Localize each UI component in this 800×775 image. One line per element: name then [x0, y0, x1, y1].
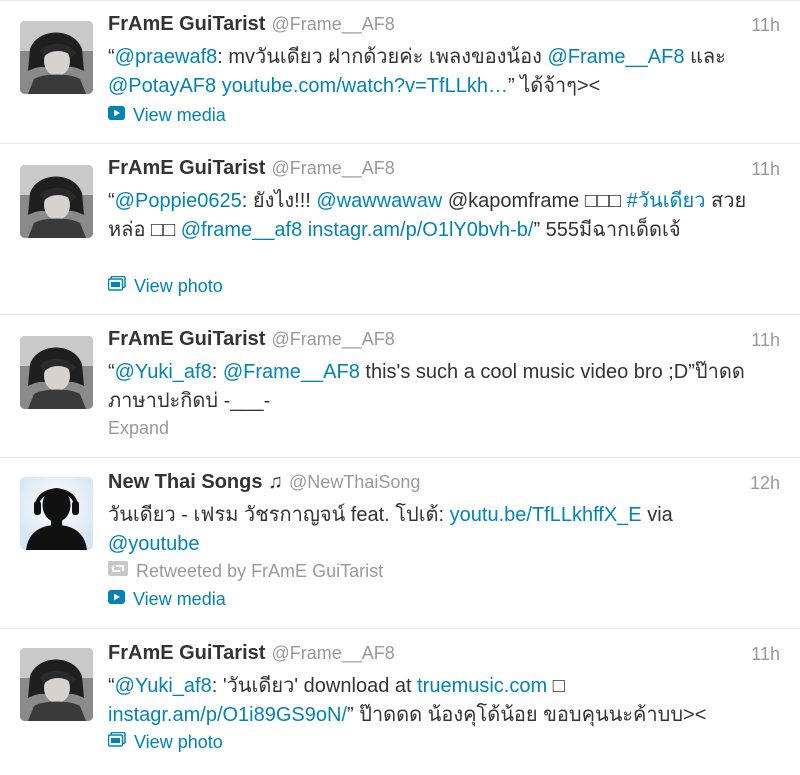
avatar-image [20, 648, 93, 721]
tweet-text-segment: วันเดียว - เฟรม วัชรกาญจน์ feat. โปเต้: [108, 504, 450, 526]
avatar-frame[interactable] [20, 336, 93, 409]
tweet-header: FrAmE GuiTarist @Frame__AF8 [108, 328, 780, 354]
tweet-link[interactable]: youtube.com/watch?v=TfLLkh… [222, 75, 508, 97]
tweet-text: “@Yuki_af8: @Frame__AF8 this's such a co… [108, 358, 768, 416]
tweet-author-handle[interactable]: @Frame__AF8 [271, 329, 394, 349]
play-icon [108, 588, 125, 609]
tweet-author-name[interactable]: FrAmE GuiTarist [108, 157, 265, 179]
tweet-link[interactable]: @Frame__AF8 [223, 361, 360, 383]
view-media-label: View media [133, 105, 226, 125]
avatar-image [20, 165, 93, 238]
tweet-author-handle[interactable]: @NewThaiSong [289, 472, 420, 492]
avatar-image [20, 21, 93, 94]
tweet-text-segment: ” ได้จ้าๆ>< [507, 75, 601, 97]
tweet-text: “@Yuki_af8: 'วันเดียว' download at truem… [108, 672, 768, 730]
tweet-text-segment: □ [547, 675, 565, 697]
avatar-frame[interactable] [20, 165, 93, 238]
avatar-frame[interactable] [20, 21, 93, 94]
tweet-text-segment: ” 555มีฉากเด็ดเจ้ [533, 219, 681, 241]
tweet-author-handle[interactable]: @Frame__AF8 [271, 643, 394, 663]
view-photo-link[interactable]: View photo [107, 731, 223, 753]
view-photo-label: View photo [134, 732, 223, 752]
tweet-link[interactable]: instagr.am/p/O1lY0bvh-b/ [308, 219, 534, 241]
tweet-text: วันเดียว - เฟรม วัชรกาญจน์ feat. โปเต้: … [108, 501, 768, 559]
tweet-author-name[interactable]: FrAmE GuiTarist [108, 13, 265, 35]
tweet-text-segment: “ [108, 46, 115, 68]
tweet-text-segment: และ [684, 46, 726, 68]
tweet-link[interactable]: @Frame__AF8 [547, 46, 684, 68]
tweet-link[interactable]: truemusic.com [417, 675, 547, 697]
tweet-timeline: FrAmE GuiTarist @Frame__AF8 11h “@praewaf… [0, 0, 800, 775]
tweet-text: “@Poppie0625: ยังไง!!! @wawwawaw @kapomf… [108, 187, 768, 245]
tweet-text-segment: : mvวันเดียว ฝากด้วยค่ะ เพลงของน้อง [217, 46, 548, 68]
expand-link[interactable]: Expand [108, 418, 169, 439]
tweet-header: FrAmE GuiTarist @Frame__AF8 [108, 642, 780, 668]
tweet-text-segment: ” ป๊าดดด น้องคุโด้น้อย ขอบคุนนะค้าบบ>< [347, 704, 707, 726]
tweet-link[interactable]: @Yuki_af8 [115, 361, 212, 383]
tweet-text-segment: “ [108, 675, 115, 697]
view-media-label: View media [133, 589, 226, 609]
avatar-image [20, 336, 93, 409]
view-photo-link[interactable]: View photo [107, 275, 223, 297]
tweet-text-segment: : ยังไง!!! [241, 190, 317, 212]
tweet-link[interactable]: @youtube [108, 533, 199, 555]
tweet-text-segment: : [211, 361, 223, 383]
tweet-header: FrAmE GuiTarist @Frame__AF8 [108, 13, 780, 39]
tweet-timestamp[interactable]: 11h [751, 159, 780, 180]
avatar-new-thai-songs[interactable] [20, 477, 93, 550]
tweet[interactable]: FrAmE GuiTarist @Frame__AF8 11h “@Yuki_af… [0, 316, 800, 458]
view-photo-label: View photo [134, 276, 223, 296]
retweeted-by-line[interactable]: Retweeted by FrAmE GuiTarist [108, 561, 383, 582]
view-media-link[interactable]: View media [108, 589, 226, 610]
tweet[interactable]: New Thai Songs ♫ @NewThaiSong 12h วันเดีย… [0, 459, 800, 629]
tweet[interactable]: FrAmE GuiTarist @Frame__AF8 11h “@Poppie0… [0, 145, 800, 315]
tweet-timestamp[interactable]: 11h [751, 15, 780, 36]
tweet-timestamp[interactable]: 11h [751, 644, 780, 665]
tweet-link[interactable]: @Poppie0625 [115, 190, 242, 212]
tweet-author-name[interactable]: FrAmE GuiTarist [108, 642, 265, 664]
retweet-icon [108, 560, 128, 581]
tweet[interactable]: FrAmE GuiTarist @Frame__AF8 11h “@Yuki_af… [0, 630, 800, 775]
photo-icon [107, 731, 126, 752]
tweet-link[interactable]: @Yuki_af8 [115, 675, 212, 697]
tweet-text-segment: “ [108, 190, 115, 212]
view-media-link[interactable]: View media [108, 105, 226, 126]
retweeted-by-label: Retweeted by FrAmE GuiTarist [136, 561, 384, 581]
tweet-link[interactable]: youtu.be/TfLLkhffX_E [450, 504, 642, 526]
tweet-link[interactable]: instagr.am/p/O1i89GS9oN/ [108, 704, 347, 726]
tweet-author-handle[interactable]: @Frame__AF8 [271, 158, 394, 178]
tweet-link[interactable]: @wawwawaw [316, 190, 442, 212]
tweet-text-segment: “ [108, 361, 115, 383]
tweet[interactable]: FrAmE GuiTarist @Frame__AF8 11h “@praewaf… [0, 1, 800, 144]
tweet-timestamp[interactable]: 11h [751, 330, 780, 351]
tweet-header: New Thai Songs ♫ @NewThaiSong [108, 471, 780, 497]
avatar-frame[interactable] [20, 648, 93, 721]
tweet-link[interactable]: #วันเดียว [627, 190, 706, 212]
tweet-author-name[interactable]: New Thai Songs ♫ [108, 471, 283, 493]
tweet-text-segment: via [641, 504, 673, 526]
tweet-author-handle[interactable]: @Frame__AF8 [271, 14, 394, 34]
tweet-timestamp[interactable]: 12h [750, 473, 780, 494]
tweet-link[interactable]: @PotayAF8 [108, 75, 216, 97]
tweet-header: FrAmE GuiTarist @Frame__AF8 [108, 157, 780, 183]
tweet-link[interactable]: @praewaf8 [115, 46, 218, 68]
tweet-text-segment: @kapomframe □□□ [442, 190, 627, 212]
tweet-text: “@praewaf8: mvวันเดียว ฝากด้วยค่ะ เพลงขอ… [108, 43, 768, 101]
tweet-link[interactable]: @frame__af8 [181, 219, 302, 241]
play-icon [108, 104, 125, 125]
tweet-text-segment: : 'วันเดียว' download at [211, 675, 418, 697]
tweet-author-name[interactable]: FrAmE GuiTarist [108, 328, 265, 350]
headphones-silhouette-icon [20, 477, 93, 550]
photo-icon [107, 275, 126, 296]
